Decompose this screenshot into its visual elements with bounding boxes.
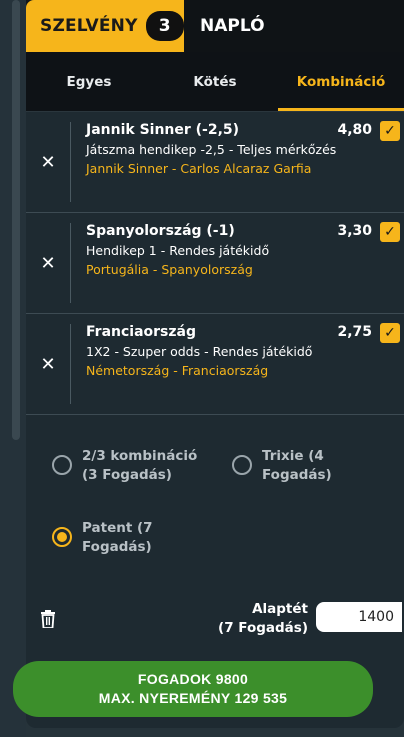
tab-betslip-label: SZELVÉNY [40, 16, 138, 36]
tab-single[interactable]: Egyes [26, 52, 152, 111]
bet-item: ✕ Jannik Sinner (-2,5) Játszma hendikep … [26, 112, 404, 213]
stake-input[interactable] [316, 602, 402, 632]
divider [70, 122, 71, 202]
tab-single-label: Egyes [66, 73, 112, 90]
system-option-count: Fogadás) [262, 467, 332, 483]
betslip-count-badge: 3 [145, 11, 184, 41]
top-tabs: SZELVÉNY 3 NAPLÓ [26, 0, 404, 52]
close-icon[interactable]: ✕ [38, 213, 58, 313]
system-options: 2/3 kombináció (3 Fogadás) Trixie (4 Fog… [26, 415, 404, 595]
radio-button[interactable] [232, 455, 252, 475]
bet-market: Játszma hendikep -2,5 - Teljes mérkőzés [86, 142, 337, 157]
trash-icon[interactable] [40, 610, 56, 628]
system-option-label: Patent (7 [82, 520, 153, 536]
bet-item: ✕ Spanyolország (-1) Hendikep 1 - Rendes… [26, 213, 404, 314]
stake-label-title: Alaptét [252, 601, 308, 617]
bet-event[interactable]: Jannik Sinner - Carlos Alcaraz Garfia [86, 159, 398, 178]
stake-label: Alaptét (7 Fogadás) [218, 600, 308, 638]
bet-market: 1X2 - Szuper odds - Rendes játékidő [86, 344, 313, 359]
tab-log-label: NAPLÓ [200, 16, 265, 36]
left-gutter [0, 0, 26, 737]
check-icon[interactable]: ✓ [380, 222, 400, 242]
scrollbar[interactable] [12, 0, 20, 440]
radio-button-selected[interactable] [52, 527, 72, 547]
system-option-count: Fogadás) [82, 539, 152, 555]
bet-event[interactable]: Németország - Franciaország [86, 361, 398, 380]
tab-accumulator[interactable]: Kötés [152, 52, 278, 111]
system-option-2-3[interactable]: 2/3 kombináció (3 Fogadás) [52, 447, 197, 485]
system-option-label: Trixie (4 [262, 448, 324, 464]
check-icon[interactable]: ✓ [380, 323, 400, 343]
betslip-panel: SZELVÉNY 3 NAPLÓ Egyes Kötés Kombináció … [26, 0, 404, 728]
bet-event[interactable]: Portugália - Spanyolország [86, 260, 398, 279]
close-icon[interactable]: ✕ [38, 112, 58, 212]
tab-log[interactable]: NAPLÓ [184, 0, 404, 52]
bet-odds: 2,75 [337, 324, 372, 340]
check-icon[interactable]: ✓ [380, 121, 400, 141]
system-option-patent[interactable]: Patent (7 Fogadás) [52, 519, 153, 557]
tab-combination-label: Kombináció [296, 73, 386, 90]
bet-odds: 4,80 [337, 122, 372, 138]
divider [70, 324, 71, 404]
stake-row: Alaptét (7 Fogadás) [26, 590, 404, 648]
place-bet-total: FOGADOK 9800 [137, 671, 249, 687]
close-icon[interactable]: ✕ [38, 314, 58, 414]
stake-label-count: (7 Fogadás) [218, 620, 308, 636]
max-winnings: MAX. NYEREMÉNY 129 535 [98, 690, 288, 706]
tab-combination[interactable]: Kombináció [278, 52, 404, 111]
bet-odds: 3,30 [337, 223, 372, 239]
system-option-label: 2/3 kombináció [82, 448, 198, 464]
tab-betslip[interactable]: SZELVÉNY 3 [26, 0, 184, 52]
radio-button[interactable] [52, 455, 72, 475]
place-bet-button[interactable]: FOGADOK 9800 MAX. NYEREMÉNY 129 535 [13, 661, 373, 717]
bet-item: ✕ Franciaország 1X2 - Szuper odds - Rend… [26, 314, 404, 415]
bet-market: Hendikep 1 - Rendes játékidő [86, 243, 270, 258]
system-option-count: (3 Fogadás) [82, 467, 172, 483]
system-option-trixie[interactable]: Trixie (4 Fogadás) [232, 447, 332, 485]
tab-accumulator-label: Kötés [193, 73, 237, 90]
bet-type-tabs: Egyes Kötés Kombináció [26, 52, 404, 112]
divider [70, 223, 71, 303]
